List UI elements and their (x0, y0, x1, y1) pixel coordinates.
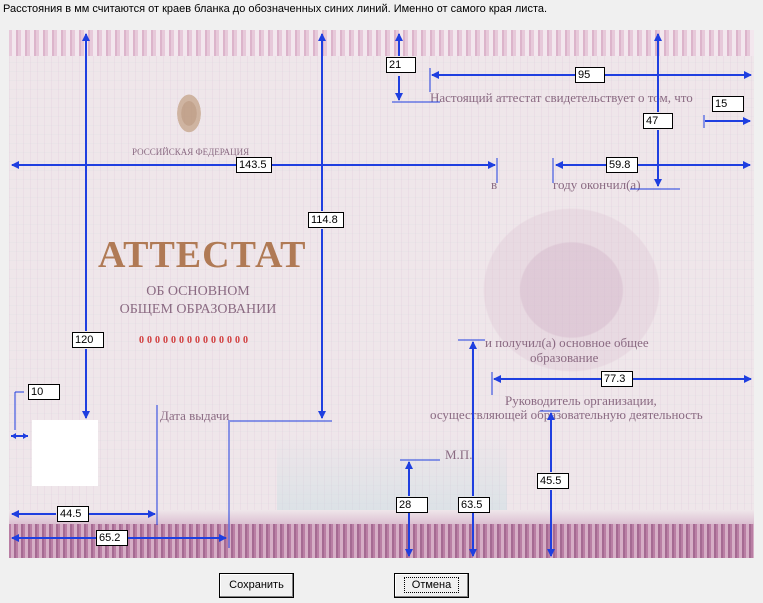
certifies-label: Настоящий аттестат свидетельствует о том… (430, 90, 693, 105)
bottom-offset-63-5-field[interactable] (458, 497, 490, 513)
right-offset-77-3-field[interactable] (601, 371, 633, 387)
certificate-subtitle: ОБ ОСНОВНОМ ОБЩЕМ ОБРАЗОВАНИИ (119, 284, 277, 317)
left-offset-65-2-field[interactable] (96, 530, 128, 546)
cancel-button[interactable]: Отмена (394, 573, 469, 598)
right-indent-95-field[interactable] (575, 67, 605, 83)
right-offset-59-8-field[interactable] (606, 157, 638, 173)
instruction-caption: Расстояния в мм считаются от краев бланк… (3, 3, 548, 15)
bottom-ornament-fade (9, 510, 754, 524)
small-emblem-icon (171, 90, 207, 142)
save-button-label: Сохранить (229, 579, 284, 591)
top-ornament-band (9, 30, 754, 56)
left-margin-10-field[interactable] (28, 384, 60, 400)
certificate-number: 00000000000000 (139, 335, 251, 346)
top-offset-114-8-field[interactable] (308, 212, 344, 228)
save-button[interactable]: Сохранить (219, 573, 294, 598)
bottom-offset-28-field[interactable] (396, 497, 428, 513)
in-label: в (491, 177, 498, 192)
education-label: образование (530, 350, 599, 365)
left-offset-143-5-field[interactable] (236, 157, 272, 173)
right-margin-15-field[interactable] (712, 96, 744, 112)
photo-placeholder (32, 420, 98, 486)
head-label-line2: осуществляющей образовательную деятельно… (430, 407, 703, 422)
certificate-title: АТТЕСТАТ (98, 234, 307, 276)
country-label: РОССИЙСКАЯ ФЕДЕРАЦИЯ (132, 147, 250, 157)
year-finished-label: году окончил(а) (553, 177, 641, 192)
left-offset-44-5-field[interactable] (57, 506, 89, 522)
top-offset-47-field[interactable] (643, 113, 673, 129)
top-offset-120-field[interactable] (72, 332, 104, 348)
issue-date-label: Дата выдачи (160, 408, 230, 423)
cancel-button-label: Отмена (403, 577, 460, 593)
top-margin-21-field[interactable] (386, 57, 416, 73)
received-label: и получил(а) основное общее (485, 335, 649, 350)
bottom-offset-45-5-field[interactable] (537, 473, 569, 489)
seal-label: М.П. (445, 447, 473, 462)
